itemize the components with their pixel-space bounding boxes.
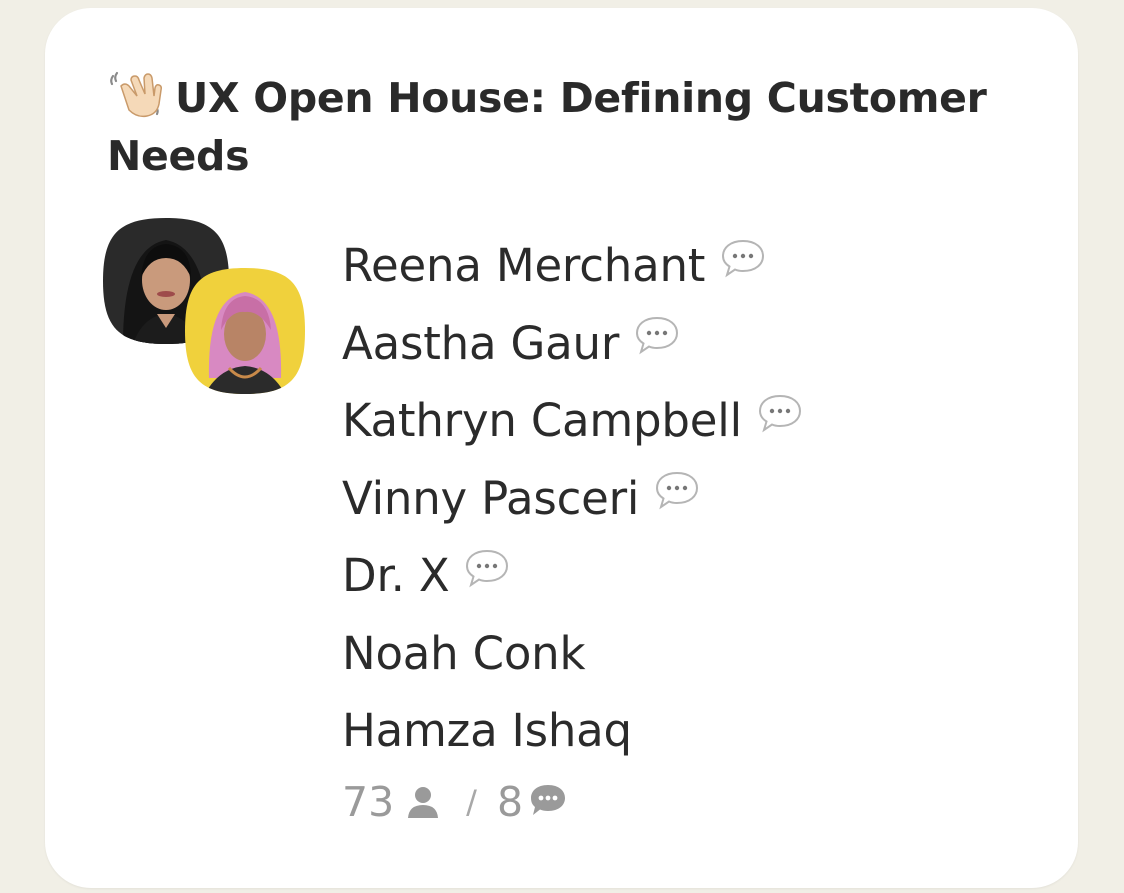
room-stats: 73 / 8: [342, 778, 567, 826]
speaker-count: 8: [496, 778, 524, 826]
speaker-name: Hamza Ishaq: [342, 704, 632, 758]
speaker-name: Aastha Gaur: [342, 316, 620, 370]
speaker-row[interactable]: Kathryn Campbell: [342, 382, 804, 460]
speaker-row[interactable]: Dr. X: [342, 537, 804, 615]
speaker-avatars: [103, 218, 313, 398]
speaker-name: Dr. X: [342, 549, 450, 603]
speaker-name: Reena Merchant: [342, 239, 706, 293]
stats-separator: /: [466, 783, 477, 821]
speaker-name: Noah Conk: [342, 626, 586, 680]
speech-bubble-icon: [756, 392, 804, 436]
room-card[interactable]: UX Open House: Defining Customer Needs R…: [45, 8, 1078, 888]
speech-bubble-icon: [463, 547, 511, 591]
speaker-name: Vinny Pasceri: [342, 471, 640, 525]
room-title: UX Open House: Defining Customer Needs: [107, 68, 1007, 185]
speaker-row[interactable]: Reena Merchant: [342, 227, 804, 305]
chat-bubble-icon: [531, 785, 566, 815]
speech-bubble-icon: [633, 314, 681, 358]
waving-hand-icon: [110, 71, 162, 118]
speaker-row[interactable]: Vinny Pasceri: [342, 460, 804, 538]
speaker-row[interactable]: Noah Conk: [342, 615, 804, 693]
speech-bubble-icon: [653, 469, 701, 513]
speaker-list: Reena Merchant Aastha Gaur Kathryn Campbel…: [342, 227, 804, 770]
speaker-row[interactable]: Hamza Ishaq: [342, 692, 804, 770]
listener-count: 73: [342, 778, 395, 826]
avatar[interactable]: [185, 268, 305, 394]
speaker-name: Kathryn Campbell: [342, 394, 742, 448]
speech-bubble-icon: [719, 237, 767, 281]
speaker-row[interactable]: Aastha Gaur: [342, 305, 804, 383]
person-icon: [408, 787, 439, 818]
